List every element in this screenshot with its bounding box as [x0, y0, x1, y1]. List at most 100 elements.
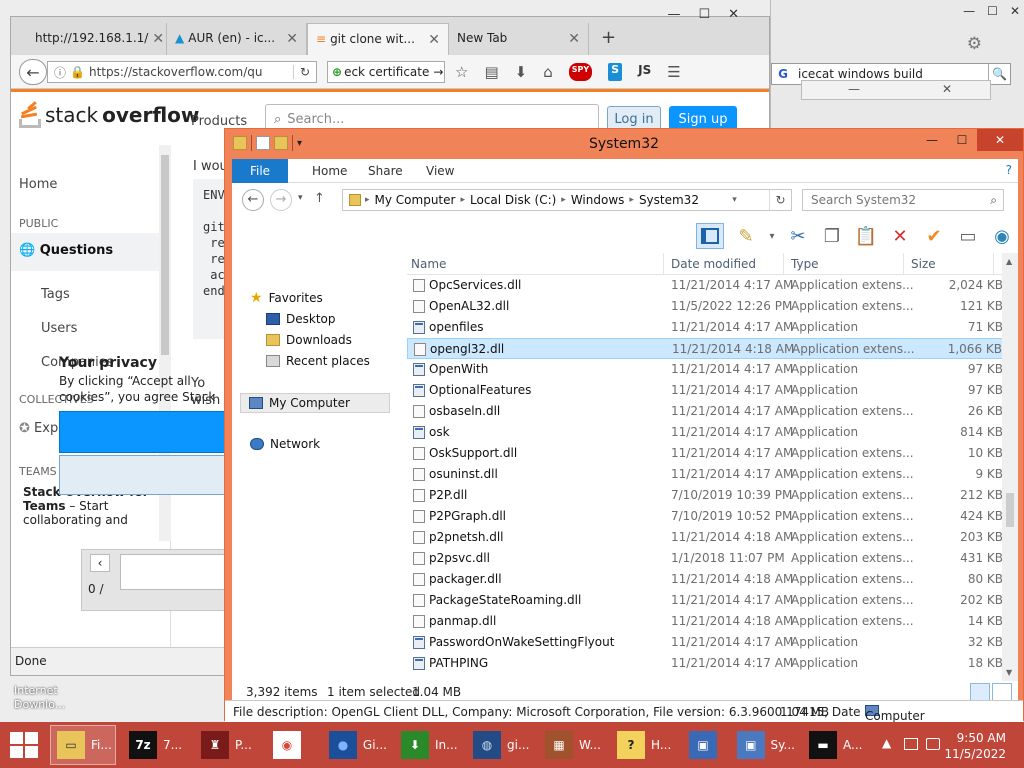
column-size[interactable]: Size: [911, 257, 936, 271]
rename-icon[interactable]: ▭: [956, 226, 980, 247]
lower-input-field[interactable]: [120, 554, 240, 590]
nav-favorites[interactable]: ★ Favorites: [250, 291, 323, 305]
windows-start-icon[interactable]: [10, 732, 38, 758]
taskbar-item-browser[interactable]: ◍ gi...: [466, 725, 532, 765]
bg-minimize-button[interactable]: —: [963, 4, 975, 18]
firefox-minimize-button[interactable]: —: [667, 7, 680, 22]
bg-dialog-minimize[interactable]: —: [848, 82, 860, 96]
file-row[interactable]: osbaseln.dll 11/21/2014 4:17 AM Applicatio…: [407, 401, 1009, 422]
tab-close-icon[interactable]: ✕: [152, 31, 164, 55]
google-search-input[interactable]: icecat windows build: [794, 67, 988, 81]
search-go-arrow-icon[interactable]: →: [429, 65, 444, 79]
reading-list-icon[interactable]: ▤: [484, 63, 498, 81]
search-engine-icon[interactable]: ⊕: [328, 65, 344, 79]
url-bar[interactable]: ⓘ 🔒 https://stackoverflow.com/qu ↻: [47, 61, 317, 83]
back-arrow-icon[interactable]: ←: [242, 189, 264, 211]
ribbon-tab-view[interactable]: View: [412, 159, 468, 183]
copy-icon[interactable]: ❐: [820, 226, 844, 247]
preview-pane-icon[interactable]: [696, 223, 724, 249]
accept-cookies-button[interactable]: [59, 411, 239, 453]
firefox-maximize-button[interactable]: ☐: [698, 7, 710, 22]
address-bar[interactable]: ▸ My Computer ▸ Local Disk (C:) ▸ Window…: [342, 189, 792, 211]
taskbar-item-game[interactable]: ♜ P...: [194, 725, 260, 765]
ribbon-tab-file[interactable]: File: [232, 159, 288, 183]
necessary-cookies-button[interactable]: [59, 455, 239, 495]
maximize-button[interactable]: ☐: [947, 129, 977, 151]
column-name[interactable]: Name: [411, 257, 446, 271]
file-row[interactable]: PATHPING 11/21/2014 4:17 AM Application 18 …: [407, 653, 1009, 674]
tray-overflow-icon[interactable]: ▲: [882, 736, 891, 750]
file-row[interactable]: p2psvc.dll 1/1/2018 11:07 PM Application e…: [407, 548, 1009, 569]
tab-stackoverflow[interactable]: ≡ git clone wit... ✕: [307, 23, 449, 55]
breadcrumb-my-computer[interactable]: My Computer: [370, 193, 461, 207]
large-icons-view-icon[interactable]: [992, 683, 1012, 701]
url-text[interactable]: https://stackoverflow.com/qu: [89, 65, 263, 79]
taskbar-item-monitor[interactable]: ▣: [682, 725, 728, 765]
search-input[interactable]: Search System32 ⌕: [802, 189, 1004, 211]
refresh-icon[interactable]: ↻: [769, 190, 791, 210]
javascript-toggle-icon[interactable]: JS: [638, 63, 651, 81]
paste-icon[interactable]: 📋: [854, 226, 878, 247]
tab-aur[interactable]: ▲ AUR (en) - ic... ✕: [167, 23, 307, 55]
help-icon[interactable]: ?: [1006, 163, 1012, 177]
volume-muted-icon[interactable]: [926, 738, 940, 750]
back-arrow-icon[interactable]: ←: [19, 59, 47, 85]
network-icon[interactable]: [904, 738, 918, 750]
spy-addon-icon[interactable]: SPY: [568, 63, 593, 81]
file-row[interactable]: PasswordOnWakeSettingFlyout 11/21/2014 4:…: [407, 632, 1009, 653]
breadcrumb-windows[interactable]: Windows: [566, 193, 630, 207]
file-row[interactable]: OpenWith 11/21/2014 4:17 AM Application 97 …: [407, 359, 1009, 380]
taskbar-item-folder[interactable]: ▭ Fi...: [50, 725, 116, 765]
taskbar-item-terminal[interactable]: ▬ A...: [802, 725, 868, 765]
column-date-modified[interactable]: Date modified: [671, 257, 756, 271]
scrollbar-thumb[interactable]: [1006, 493, 1014, 527]
cut-icon[interactable]: ✂: [786, 226, 810, 247]
products-link[interactable]: Products: [191, 114, 247, 129]
file-row[interactable]: osk 11/21/2014 4:17 AM Application 814 KB: [407, 422, 1009, 443]
taskbar-item-firewall[interactable]: ▦ W...: [538, 725, 604, 765]
download-arrow-icon[interactable]: ⬇: [515, 63, 528, 81]
search-bar[interactable]: ⊕ eck certificate →: [327, 61, 445, 83]
file-row[interactable]: packager.dll 11/21/2014 4:18 AM Applicatio…: [407, 569, 1009, 590]
file-row[interactable]: OskSupport.dll 11/21/2014 4:17 AM Applicat…: [407, 443, 1009, 464]
stackoverflow-logo[interactable]: stack overflow: [19, 101, 199, 128]
up-arrow-icon[interactable]: ↑: [314, 191, 325, 206]
file-row[interactable]: P2PGraph.dll 7/10/2019 10:52 PM Applicatio…: [407, 506, 1009, 527]
sidebar-item-questions[interactable]: 🌐 Questions: [11, 233, 169, 271]
check-icon[interactable]: ✔: [922, 226, 946, 247]
tab-close-icon[interactable]: ✕: [428, 32, 440, 55]
file-row[interactable]: p2pnetsh.dll 11/21/2014 4:18 AM Applicatio…: [407, 527, 1009, 548]
clock[interactable]: 9:50 AM 11/5/2022: [944, 730, 1006, 762]
bg-close-button[interactable]: ✕: [1010, 4, 1020, 18]
options-dropdown-icon[interactable]: ▾: [768, 231, 776, 242]
tab-router[interactable]: http://192.168.1.1/ ✕: [27, 23, 167, 55]
delete-icon[interactable]: ✕: [888, 226, 912, 247]
nav-my-computer[interactable]: My Computer: [240, 393, 390, 413]
file-list-scrollbar[interactable]: ▲ ▼: [1002, 253, 1018, 681]
minimize-button[interactable]: —: [917, 129, 947, 151]
skype-addon-icon[interactable]: S: [608, 63, 623, 81]
file-row[interactable]: opengl32.dll 11/21/2014 4:18 AM Applicatio…: [407, 338, 1009, 359]
taskbar-item-7zip[interactable]: 7z 7...: [122, 725, 188, 765]
nav-recent-places[interactable]: Recent places: [266, 354, 370, 368]
options-folder-icon[interactable]: ✎: [734, 226, 758, 247]
nav-downloads[interactable]: Downloads: [266, 333, 352, 347]
scroll-up-icon[interactable]: ▲: [1006, 257, 1012, 266]
gear-icon[interactable]: ⚙: [967, 34, 982, 54]
ribbon-tab-share[interactable]: Share: [354, 159, 417, 183]
sidebar-item-home[interactable]: Home: [19, 177, 57, 192]
breadcrumb-local-disk[interactable]: Local Disk (C:): [465, 193, 561, 207]
search-icon[interactable]: ⌕: [990, 193, 1003, 208]
file-row[interactable]: PackageStateRoaming.dll 11/21/2014 4:17 A…: [407, 590, 1009, 611]
globe-icon[interactable]: ◉: [990, 226, 1014, 247]
home-icon[interactable]: ⌂: [543, 63, 553, 81]
forward-arrow-icon[interactable]: →: [270, 189, 292, 211]
column-type[interactable]: Type: [791, 257, 819, 271]
new-tab-plus-icon[interactable]: +: [601, 27, 616, 48]
lock-icon[interactable]: 🔒: [70, 65, 85, 79]
bg-dialog-close[interactable]: ✕: [942, 82, 952, 96]
file-row[interactable]: OptionalFeatures 11/21/2014 4:17 AM Applic…: [407, 380, 1009, 401]
left-arrow-icon[interactable]: ‹: [90, 554, 110, 572]
firefox-close-button[interactable]: ✕: [728, 7, 739, 22]
reload-icon[interactable]: ↻: [292, 65, 316, 79]
